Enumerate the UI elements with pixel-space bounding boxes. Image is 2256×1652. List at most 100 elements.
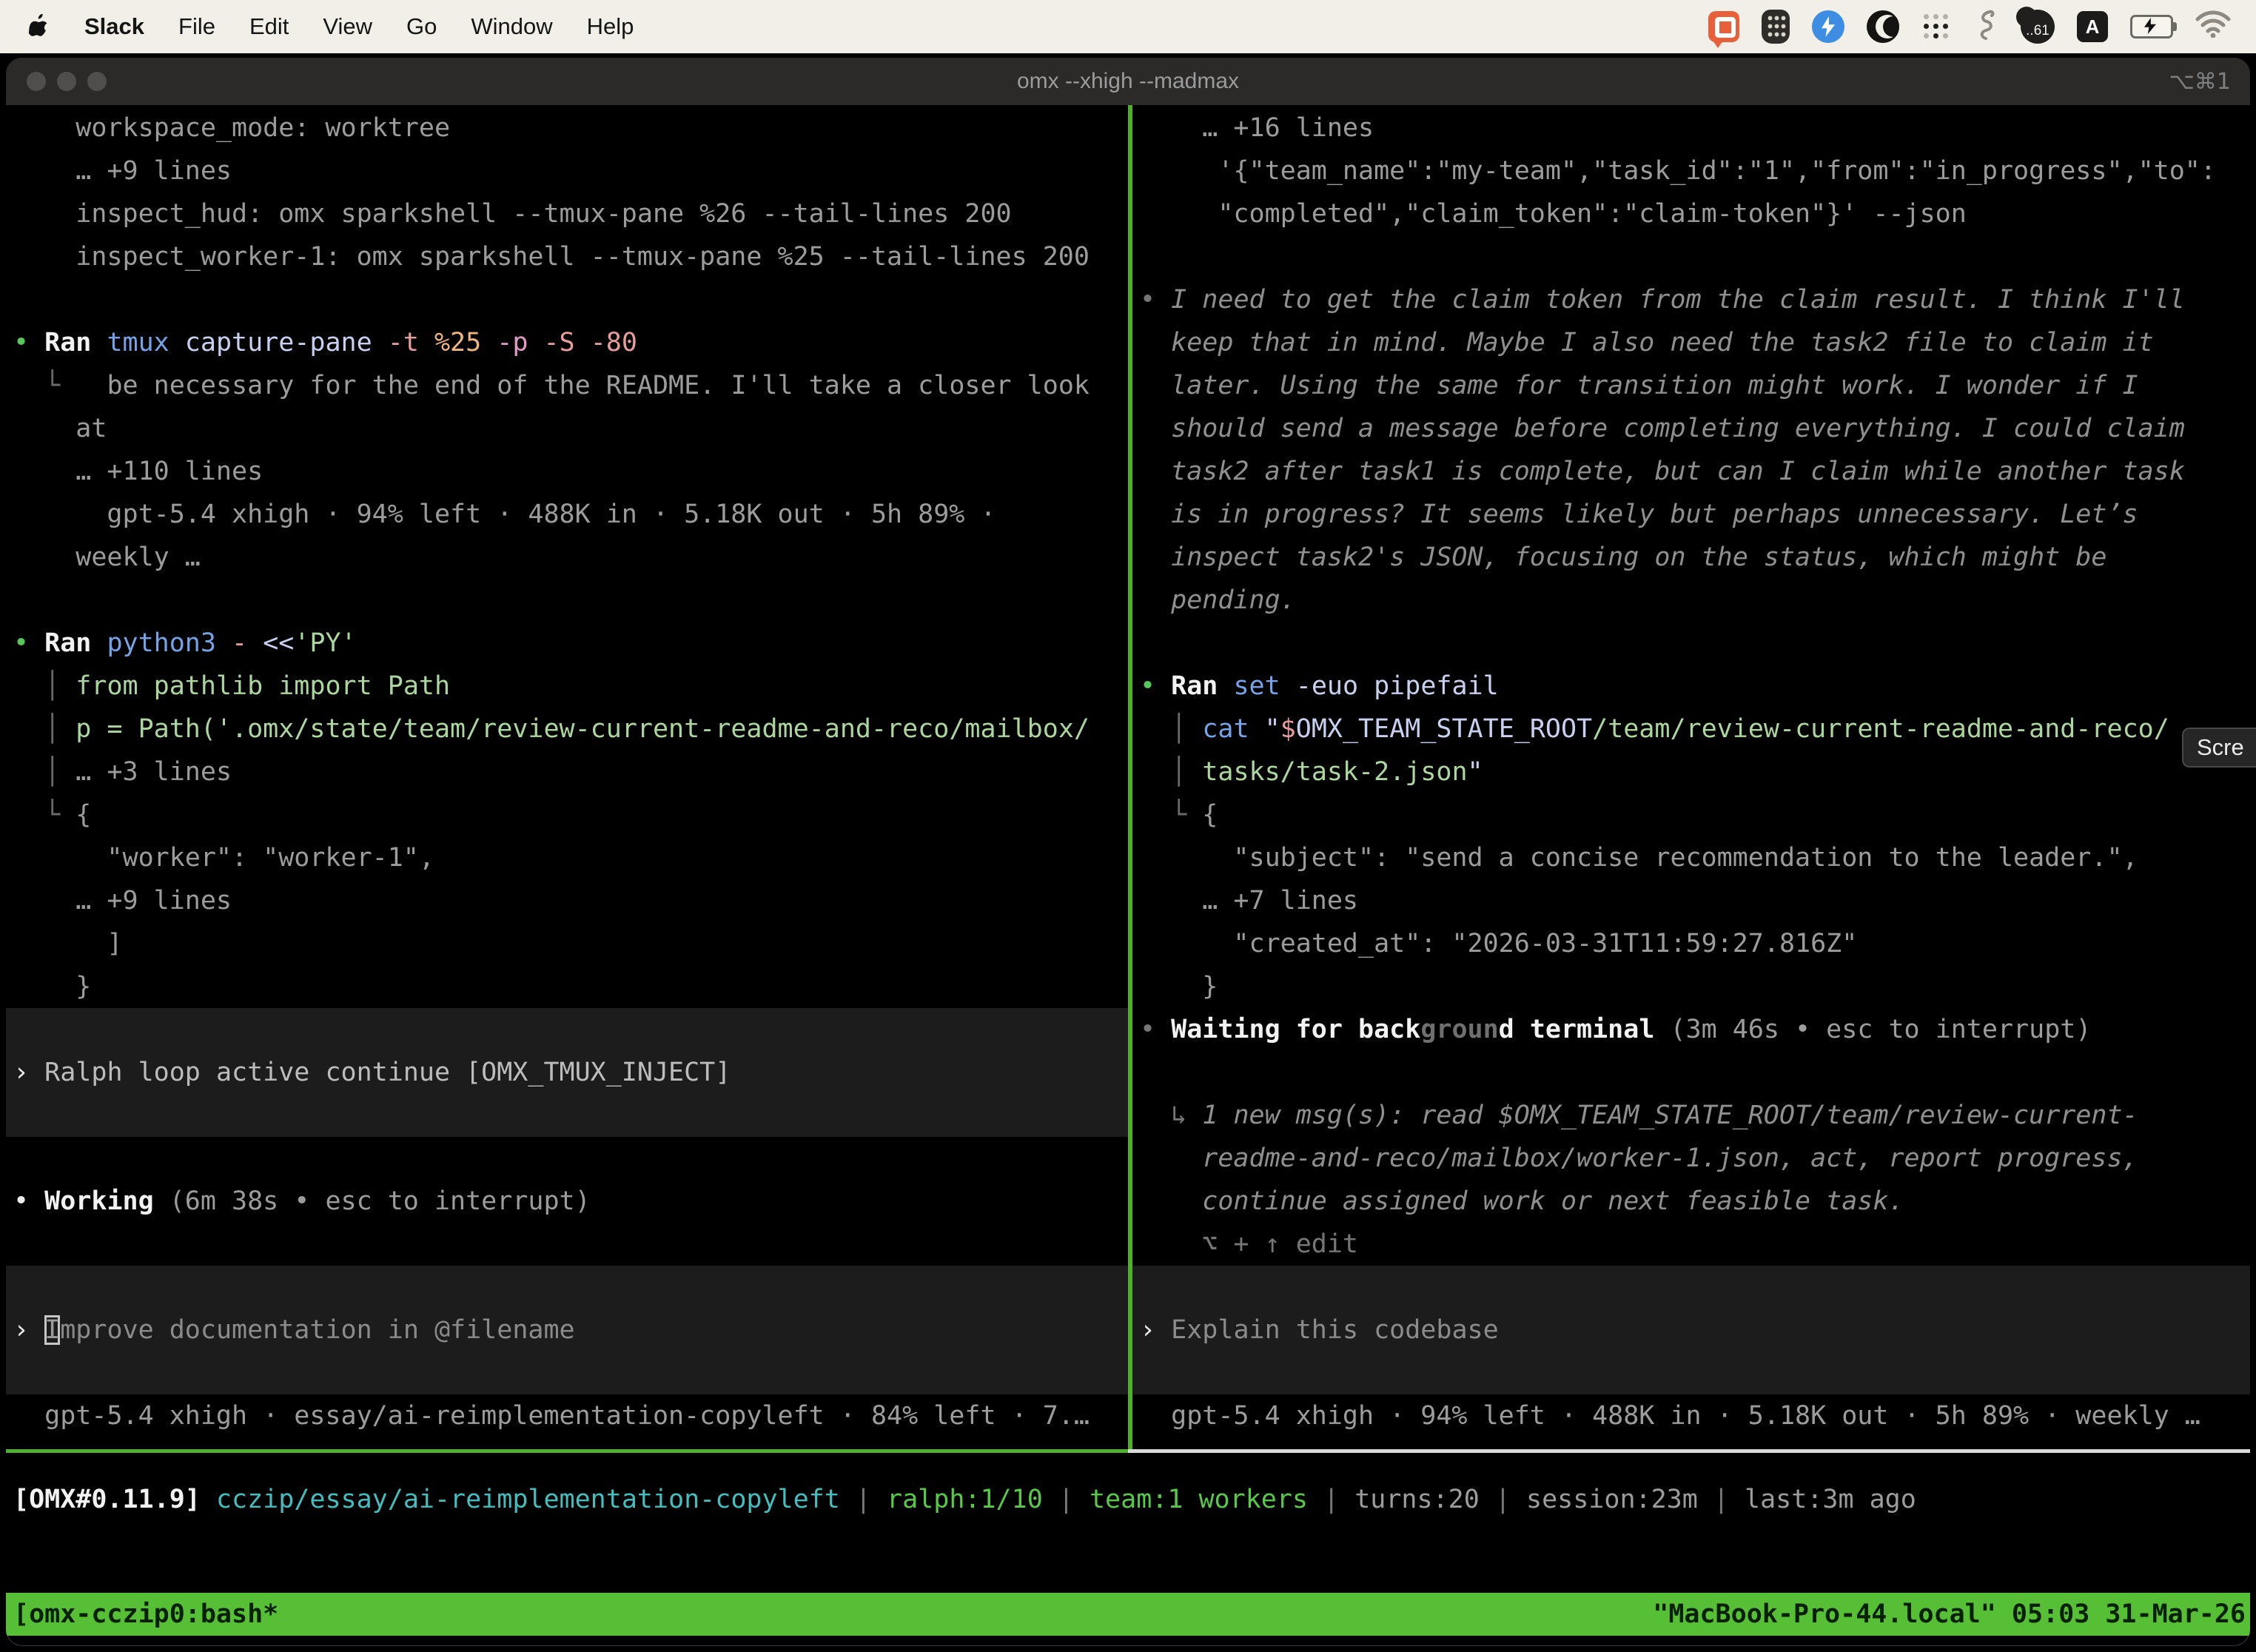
terminal-line xyxy=(6,1352,1128,1394)
terminal-line xyxy=(6,1266,1128,1309)
text-segment: last:3m ago xyxy=(1745,1485,1916,1514)
text-segment: -euo xyxy=(1296,671,1374,701)
terminal-line: gpt-5.4 xhigh · 94% left · 488K in · 5.1… xyxy=(6,493,1128,536)
prompt-input-line[interactable]: › Improve documentation in @filename xyxy=(6,1309,1128,1352)
terminal-line: workspace_mode: worktree xyxy=(6,107,1128,150)
text-segment xyxy=(13,800,44,830)
terminal-line: … +7 lines xyxy=(1132,879,2250,922)
seahorse-icon[interactable] xyxy=(1973,10,1998,44)
text-segment: inspect_hud: omx sparkshell --tmux-pane … xyxy=(13,199,1012,229)
text-segment: set xyxy=(1233,671,1295,701)
text-segment: | xyxy=(840,1485,887,1514)
input-source-letter: A xyxy=(2086,16,2100,38)
terminal-line xyxy=(1132,622,2250,665)
terminal-line xyxy=(6,278,1128,321)
text-segment: } xyxy=(13,972,91,1001)
text-segment: … +7 lines xyxy=(1140,886,1358,916)
text-segment: p = Path('.omx/state/team/review-current… xyxy=(60,714,1090,744)
menu-item-go[interactable]: Go xyxy=(406,13,437,40)
terminal-line: │ tasks/task-2.json" xyxy=(1132,751,2250,793)
text-segment: Ran xyxy=(44,628,107,658)
terminal-line: '{"team_name":"my-team","task_id":"1","f… xyxy=(1132,150,2250,192)
text-segment: '{"team_name":"my-team","task_id":"1","f… xyxy=(1140,156,2216,186)
terminal-line: at xyxy=(6,407,1128,450)
wifi-icon[interactable] xyxy=(2195,10,2231,44)
terminal-line: … +9 lines xyxy=(6,879,1128,922)
text-segment: -t xyxy=(388,328,434,357)
terminal-line: └ { xyxy=(1132,793,2250,836)
text-segment: I need to get the claim token from the c… xyxy=(1171,285,2185,315)
terminal-line xyxy=(6,579,1128,622)
text-segment: │ xyxy=(44,671,60,701)
text-segment: $ xyxy=(1280,714,1296,744)
text-segment: › xyxy=(13,1058,44,1087)
terminal-cursor: I xyxy=(44,1315,60,1345)
dots-grid-icon[interactable] xyxy=(1921,12,1951,41)
menu-item-help[interactable]: Help xyxy=(587,13,634,40)
text-segment: … +9 lines xyxy=(13,156,232,186)
battery-bolt xyxy=(2144,18,2156,34)
text-segment xyxy=(13,714,44,744)
text-segment: ↳ xyxy=(1171,1101,1202,1130)
battery-charging-icon[interactable] xyxy=(2130,15,2173,38)
text-segment: d terminal xyxy=(1499,1015,1671,1044)
text-segment xyxy=(201,1485,216,1514)
text-segment xyxy=(13,671,44,701)
text-segment: task2 after task1 is complete, but can I… xyxy=(1140,457,2185,486)
text-segment: | xyxy=(1043,1485,1090,1514)
menu-item-view[interactable]: View xyxy=(323,13,372,40)
right-terminal-pane[interactable]: … +16 lines '{"team_name":"my-team","tas… xyxy=(1132,105,2250,1449)
text-segment: at xyxy=(13,414,107,443)
prompt-input-line[interactable]: › Explain this codebase xyxy=(1132,1309,2250,1352)
menu-item-slack[interactable]: Slack xyxy=(84,13,144,40)
text-segment: • xyxy=(1140,285,1171,315)
input-source-icon[interactable]: A xyxy=(2077,11,2108,42)
text-segment: … +16 lines xyxy=(1140,113,1374,143)
dot-grid-shape xyxy=(1767,14,1786,39)
dots-shape xyxy=(1924,14,1929,19)
text-segment: " xyxy=(1265,714,1280,744)
blue-lightning-icon[interactable] xyxy=(1812,10,1844,43)
menu-item-edit[interactable]: Edit xyxy=(249,13,289,40)
text-segment: continue assigned work or next feasible … xyxy=(1140,1186,1904,1216)
text-segment: session:23m xyxy=(1526,1485,1698,1514)
terminal-line: gpt-5.4 xhigh · essay/ai-reimplementatio… xyxy=(6,1394,1128,1437)
text-segment xyxy=(13,371,44,400)
badge-text: ..61 xyxy=(2026,23,2049,39)
text-segment: mprove documentation in @filename xyxy=(60,1315,574,1345)
text-segment: 'PY' xyxy=(294,628,356,658)
tmux-session-window[interactable]: [omx-cczip0:bash* xyxy=(6,1599,278,1629)
text-segment: %25 xyxy=(434,328,497,357)
terminal-line: └ be necessary for the end of the README… xyxy=(6,364,1128,407)
terminal-line: keep that in mind. Maybe I also need the… xyxy=(1132,321,2250,364)
text-segment: │ xyxy=(1171,714,1186,744)
text-segment: -S xyxy=(543,328,590,357)
terminal-line xyxy=(1132,235,2250,278)
text-segment: └ xyxy=(44,800,60,830)
keypad-shield-icon[interactable] xyxy=(1762,10,1790,44)
tmux-status-bar: [omx-cczip0:bash* "MacBook-Pro-44.local"… xyxy=(6,1593,2250,1636)
apple-menu-icon[interactable] xyxy=(28,13,50,40)
terminal-line: … +16 lines xyxy=(1132,107,2250,150)
crescent-icon[interactable] xyxy=(1867,10,1899,43)
text-segment: turns:20 xyxy=(1354,1485,1480,1514)
percent-badge-icon[interactable]: ..61 xyxy=(2021,10,2055,44)
text-segment: "subject": "send a concise recommendatio… xyxy=(1140,843,2138,873)
text-segment: capture-pane xyxy=(185,328,388,357)
text-segment: groun xyxy=(1420,1015,1498,1044)
text-segment: … +110 lines xyxy=(13,457,263,486)
terminal-line: │ … +3 lines xyxy=(6,751,1128,793)
left-terminal-pane[interactable]: workspace_mode: worktree … +9 lines insp… xyxy=(6,105,1128,1449)
terminal-line: should send a message before completing … xyxy=(1132,407,2250,450)
text-segment: | xyxy=(1308,1485,1354,1514)
window-title-bar[interactable]: omx --xhigh --madmax ⌥⌘1 xyxy=(6,58,2250,105)
terminal-line: • I need to get the claim token from the… xyxy=(1132,278,2250,321)
menu-item-window[interactable]: Window xyxy=(471,13,552,40)
terminal-line: later. Using the same for transition mig… xyxy=(1132,364,2250,407)
text-segment: gpt-5.4 xhigh · essay/ai-reimplementatio… xyxy=(13,1401,1090,1431)
chat-app-icon[interactable] xyxy=(1708,11,1739,42)
text-segment: (3m 46s • esc to interrupt) xyxy=(1670,1015,2091,1044)
text-segment: (6m 38s • esc to interrupt) xyxy=(169,1186,591,1216)
menu-item-file[interactable]: File xyxy=(178,13,215,40)
screen-tooltip: Scre xyxy=(2182,728,2256,768)
